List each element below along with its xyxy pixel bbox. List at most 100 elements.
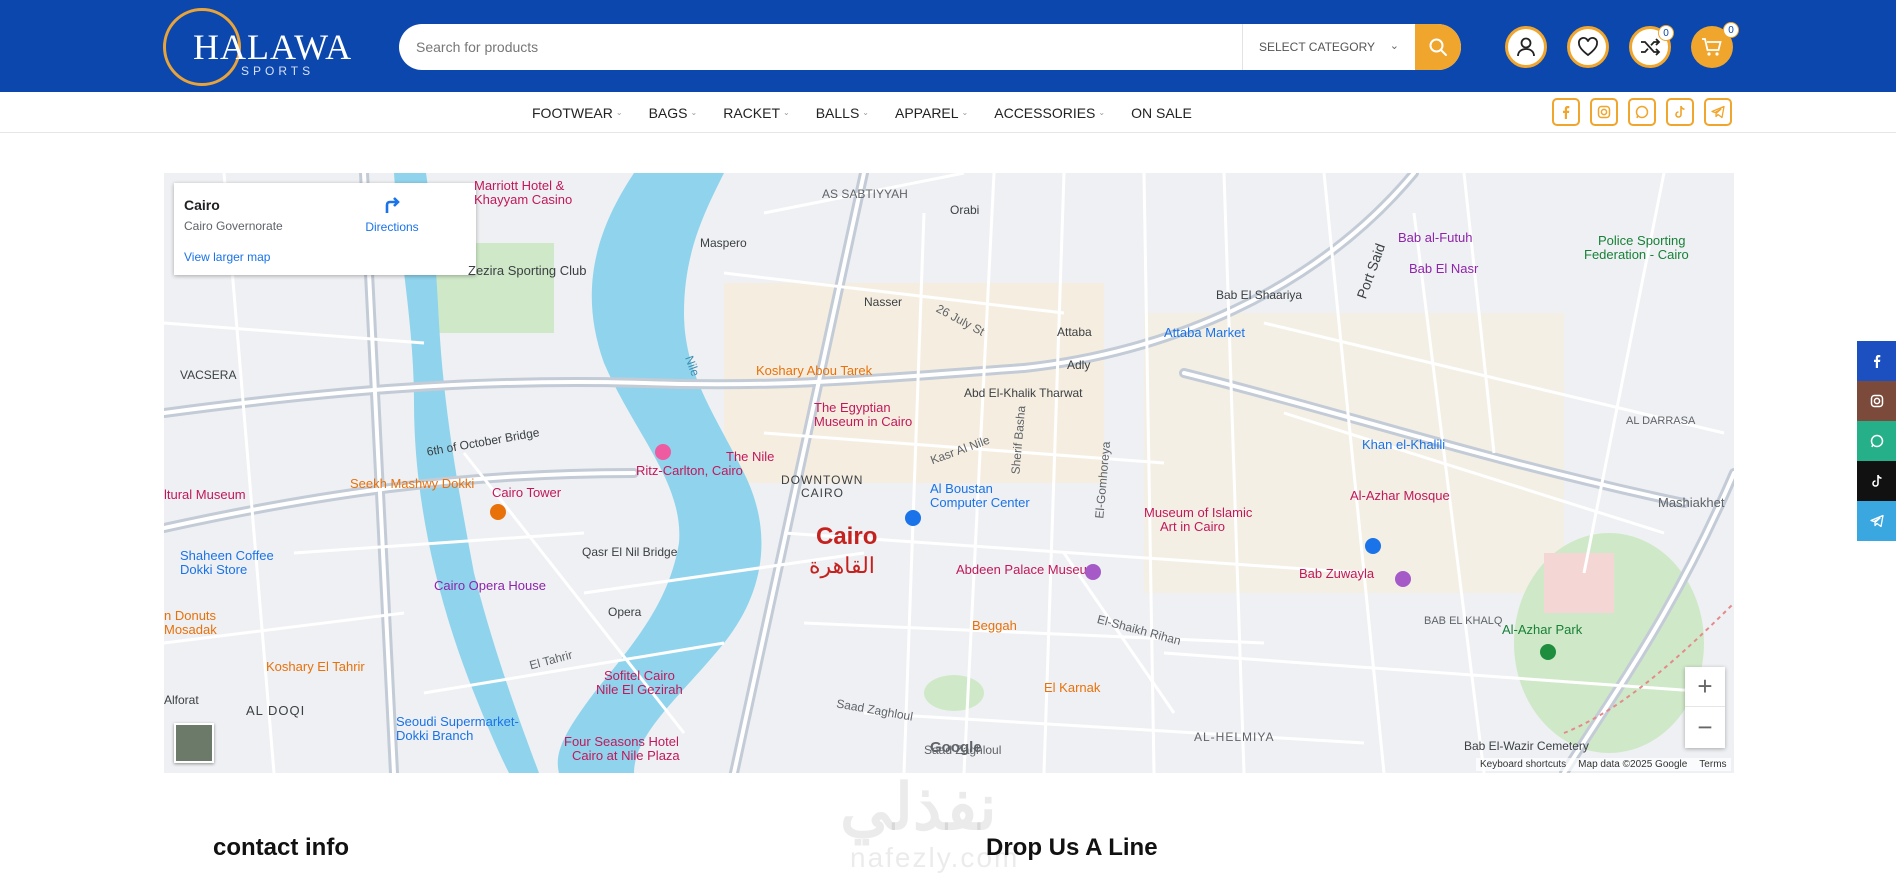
map-poi[interactable]: Nile El Gezirah: [596, 682, 683, 697]
map-poi[interactable]: Dokki Store: [180, 562, 247, 577]
map-pin-icon[interactable]: [1084, 563, 1102, 581]
view-larger-map-link[interactable]: View larger map: [184, 250, 270, 264]
map-pin-icon[interactable]: [904, 509, 922, 527]
compare-button[interactable]: 0: [1629, 25, 1674, 68]
nav-item-balls[interactable]: BALLS ⌄: [816, 105, 869, 121]
map-poi[interactable]: ltural Museum: [164, 487, 246, 502]
directions-button[interactable]: Directions: [360, 193, 424, 234]
map-pin-icon[interactable]: [489, 503, 507, 521]
chevron-down-icon: ⌄: [1098, 108, 1106, 117]
map-poi[interactable]: Cairo at Nile Plaza: [572, 748, 680, 763]
wishlist-button[interactable]: [1567, 26, 1609, 68]
side-instagram-link[interactable]: [1857, 381, 1896, 421]
heart-icon: [1578, 37, 1598, 57]
header-socials: [1552, 98, 1742, 126]
map-label: Bab El-Wazir Cemetery: [1464, 739, 1589, 753]
map-poi[interactable]: Seekh Mashwy Dokki: [350, 476, 474, 491]
map-pin-icon[interactable]: [654, 443, 672, 461]
whatsapp-link[interactable]: [1628, 98, 1656, 126]
map-poi[interactable]: Al-Azhar Mosque: [1350, 488, 1450, 503]
instagram-link[interactable]: [1590, 98, 1618, 126]
map-poi[interactable]: Sofitel Cairo: [604, 668, 675, 683]
map-poi[interactable]: Mosadak: [164, 622, 217, 637]
map-poi[interactable]: Al-Azhar Park: [1502, 622, 1582, 637]
map-poi[interactable]: Khan el-Khalili: [1362, 437, 1445, 452]
shuffle-icon: [1641, 38, 1661, 56]
map-poi[interactable]: n Donuts: [164, 608, 216, 623]
map-poi[interactable]: Bab al-Futuh: [1398, 230, 1472, 245]
search-button[interactable]: [1415, 24, 1461, 70]
nav-item-footwear[interactable]: FOOTWEAR ⌄: [532, 105, 623, 121]
main-nav: FOOTWEAR ⌄ BAGS ⌄ RACKET ⌄ BALLS ⌄ APPAREL ⌄ …: [0, 92, 1896, 133]
map-poi[interactable]: Attaba Market: [1164, 325, 1245, 340]
map-poi[interactable]: Computer Center: [930, 495, 1030, 510]
map-pin-icon[interactable]: [1394, 570, 1412, 588]
map-label: BAB EL KHALQ: [1424, 615, 1503, 627]
cart-button[interactable]: 0: [1691, 22, 1739, 68]
nav-menu: FOOTWEAR ⌄ BAGS ⌄ RACKET ⌄ BALLS ⌄ APPAREL ⌄ …: [532, 92, 1218, 133]
map-poi[interactable]: Bab Zuwayla: [1299, 566, 1374, 581]
google-map[interactable]: Cairo Cairo Governorate Directions View …: [164, 173, 1734, 773]
city-label-ar: القاهرة: [809, 553, 875, 578]
map-poi[interactable]: The Nile: [726, 449, 774, 464]
map-poi[interactable]: El Karnak: [1044, 680, 1100, 695]
map-poi[interactable]: Ritz-Carlton, Cairo: [636, 463, 743, 478]
side-tiktok-link[interactable]: [1857, 461, 1896, 501]
side-facebook-link[interactable]: [1857, 341, 1896, 381]
map-poi[interactable]: Koshary El Tahrir: [266, 659, 365, 674]
nav-item-racket[interactable]: RACKET ⌄: [723, 105, 790, 121]
map-poi[interactable]: Marriott Hotel &: [474, 178, 564, 193]
map-poi[interactable]: Abdeen Palace Museum: [956, 562, 1098, 577]
map-poi[interactable]: Bab El Nasr: [1409, 261, 1478, 276]
header-bar: HALAWA SPORTS SELECT CATEGORY ⌄ 0 0: [0, 0, 1896, 92]
map-poi[interactable]: Shaheen Coffee: [180, 548, 274, 563]
tiktok-icon: [1675, 105, 1685, 118]
map-poi[interactable]: Federation - Cairo: [1584, 247, 1689, 262]
map-poi[interactable]: Four Seasons Hotel: [564, 734, 679, 749]
facebook-link[interactable]: [1552, 98, 1580, 126]
instagram-icon: [1597, 105, 1611, 119]
map-poi[interactable]: Zezira Sporting Club: [468, 263, 587, 278]
map-label: Abd El-Khalik Tharwat: [964, 386, 1083, 400]
map-poi[interactable]: Khayyam Casino: [474, 192, 572, 207]
keyboard-shortcuts-link[interactable]: Keyboard shortcuts: [1480, 759, 1566, 770]
satellite-toggle[interactable]: [174, 723, 214, 763]
side-telegram-link[interactable]: [1857, 501, 1896, 541]
map-poi[interactable]: Beggah: [972, 618, 1017, 633]
nav-item-label: APPAREL: [895, 104, 959, 121]
map-poi[interactable]: Al Boustan: [930, 481, 993, 496]
telegram-link[interactable]: [1704, 98, 1732, 126]
map-poi[interactable]: The Egyptian: [814, 400, 891, 415]
nav-item-bags[interactable]: BAGS ⌄: [649, 105, 698, 121]
whatsapp-icon: [1635, 105, 1649, 119]
site-logo[interactable]: HALAWA SPORTS: [163, 8, 363, 86]
map-poi[interactable]: Seoudi Supermarket-: [396, 714, 519, 729]
zoom-out-button[interactable]: −: [1685, 707, 1725, 747]
search-input[interactable]: [399, 24, 1242, 70]
map-pin-icon[interactable]: [1539, 643, 1557, 661]
map-poi[interactable]: Cairo Opera House: [434, 578, 546, 593]
map-poi[interactable]: Museum in Cairo: [814, 414, 912, 429]
map-poi[interactable]: Koshary Abou Tarek: [756, 363, 872, 378]
map-poi[interactable]: Dokki Branch: [396, 728, 473, 743]
map-poi[interactable]: Police Sporting: [1598, 233, 1685, 248]
facebook-icon: [1873, 355, 1880, 368]
nav-item-accessories[interactable]: ACCESSORIES ⌄: [994, 105, 1105, 121]
map-label: VACSERA: [180, 368, 237, 382]
contact-info-heading: contact info: [213, 834, 349, 861]
logo-subtext: SPORTS: [241, 64, 315, 78]
side-whatsapp-link[interactable]: [1857, 421, 1896, 461]
zoom-in-button[interactable]: +: [1685, 667, 1725, 707]
nav-item-apparel[interactable]: APPAREL ⌄: [895, 105, 968, 121]
map-poi[interactable]: Museum of Islamic: [1144, 505, 1252, 520]
tiktok-link[interactable]: [1666, 98, 1694, 126]
chevron-down-icon: ⌄: [690, 108, 698, 117]
map-poi[interactable]: Mashiakhet: [1658, 495, 1724, 510]
map-poi[interactable]: Art in Cairo: [1160, 519, 1225, 534]
terms-link[interactable]: Terms: [1699, 759, 1726, 770]
map-pin-icon[interactable]: [1364, 537, 1382, 555]
nav-item-on-sale[interactable]: ON SALE: [1131, 105, 1192, 121]
account-button[interactable]: [1505, 26, 1547, 68]
category-select[interactable]: SELECT CATEGORY ⌄: [1242, 24, 1415, 70]
map-poi[interactable]: Cairo Tower: [492, 485, 561, 500]
